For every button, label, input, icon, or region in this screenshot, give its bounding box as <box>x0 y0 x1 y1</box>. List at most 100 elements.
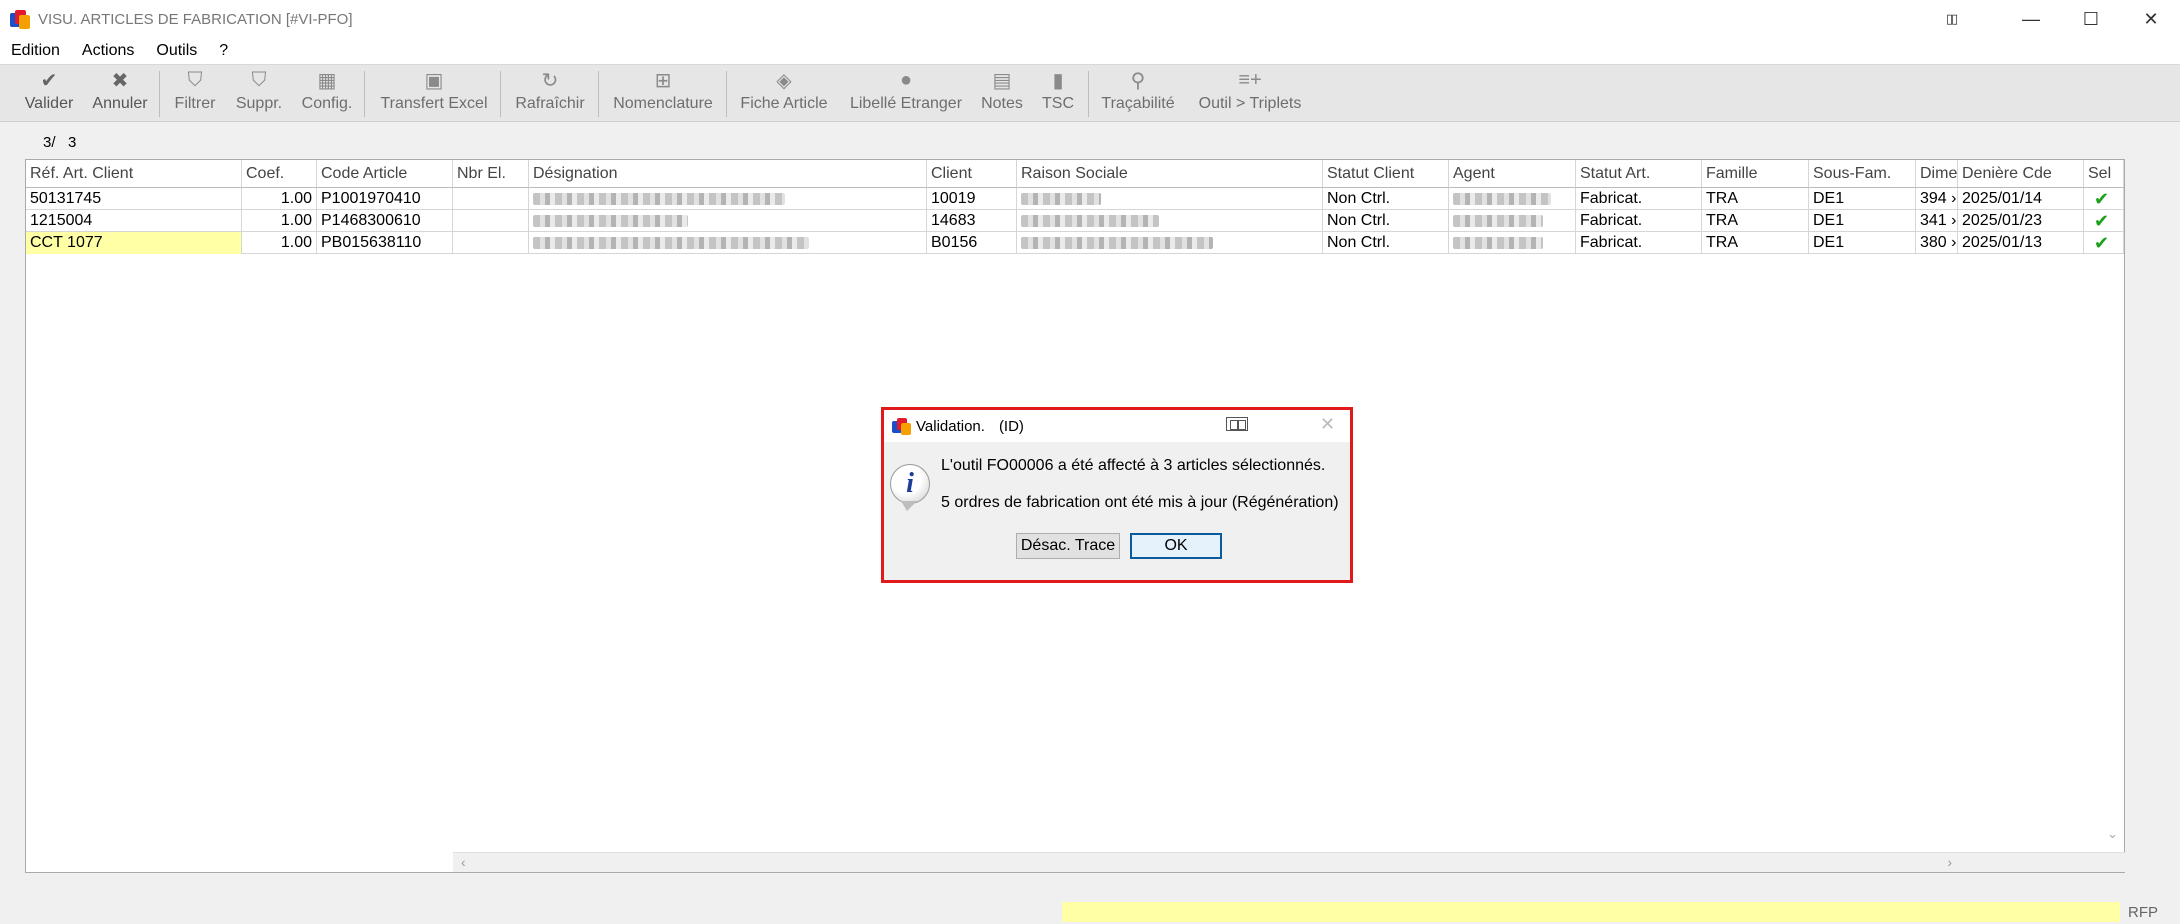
cell-coef[interactable]: 1.00 <box>242 232 317 254</box>
libelle-etranger-button[interactable]: ● Libellé Etranger <box>842 65 970 123</box>
toolbar: ✔ Valider ✖ Annuler ⛉ Filtrer ⛉ Suppr. ▦… <box>0 64 2180 122</box>
cell-dime[interactable]: 380 › <box>1916 232 1958 254</box>
menu-actions[interactable]: Actions <box>71 42 145 60</box>
col-header-coef[interactable]: Coef. <box>242 160 317 188</box>
cell-sous-fam[interactable]: DE1 <box>1809 232 1916 254</box>
cell-dime[interactable]: 394 › <box>1916 188 1958 210</box>
filtrer-button[interactable]: ⛉ Filtrer <box>166 65 224 123</box>
cell-famille[interactable]: TRA <box>1702 210 1809 232</box>
col-header-famille[interactable]: Famille <box>1702 160 1809 188</box>
col-header-derniere-cde[interactable]: Denière Cde <box>1958 160 2084 188</box>
transfert-excel-button[interactable]: ▣ Transfert Excel <box>374 65 494 123</box>
restore-layout-icon[interactable]: ▯▯ <box>1920 0 1982 38</box>
record-counter: 3/ 3 <box>43 134 77 151</box>
sel-check-icon[interactable]: ✔ <box>2084 210 2124 232</box>
cell-ref-current[interactable]: CCT 1077 <box>26 232 242 254</box>
col-header-code[interactable]: Code Article <box>317 160 453 188</box>
tracabilite-button[interactable]: ⚲ Traçabilité <box>1096 65 1180 123</box>
cell-code[interactable]: P1001970410 <box>317 188 453 210</box>
valider-button[interactable]: ✔ Valider <box>14 65 84 123</box>
dialog-close-icon[interactable]: ✕ <box>1320 414 1335 435</box>
sel-check-icon[interactable]: ✔ <box>2084 232 2124 254</box>
col-header-nbr[interactable]: Nbr El. <box>453 160 529 188</box>
cell-derniere-cde[interactable]: 2025/01/13 <box>1958 232 2084 254</box>
restore-layout-icon[interactable] <box>1226 417 1248 431</box>
cell-designation-redacted[interactable] <box>529 232 927 254</box>
ok-button[interactable]: OK <box>1130 533 1222 559</box>
toolbar-separator <box>364 71 365 117</box>
cell-nbr[interactable] <box>453 232 529 254</box>
col-header-designation[interactable]: Désignation <box>529 160 927 188</box>
col-header-ref[interactable]: Réf. Art. Client <box>26 160 242 188</box>
dialog-title-id: (ID) <box>998 417 1024 435</box>
minimize-button[interactable]: — <box>2000 0 2062 38</box>
col-header-dime[interactable]: Dime <box>1916 160 1958 188</box>
close-button[interactable]: ✕ <box>2120 0 2180 38</box>
cell-designation-redacted[interactable] <box>529 188 927 210</box>
dialog-title-bar[interactable]: Validation. (ID) ✕ <box>884 410 1350 442</box>
cell-famille[interactable]: TRA <box>1702 232 1809 254</box>
cell-nbr[interactable] <box>453 188 529 210</box>
menu-bar: Edition Actions Outils ? <box>0 38 2180 64</box>
notes-button[interactable]: ▤ Notes <box>976 65 1028 123</box>
cell-ref[interactable]: 1215004 <box>26 210 242 232</box>
cell-statut-client[interactable]: Non Ctrl. <box>1323 210 1449 232</box>
scroll-down-icon[interactable]: ⌄ <box>2107 826 2118 842</box>
cell-raison-redacted[interactable] <box>1017 188 1323 210</box>
cell-agent-redacted[interactable] <box>1449 188 1576 210</box>
cell-client[interactable]: 14683 <box>927 210 1017 232</box>
info-icon: i <box>890 464 930 511</box>
cell-coef[interactable]: 1.00 <box>242 210 317 232</box>
annuler-button[interactable]: ✖ Annuler <box>88 65 152 123</box>
maximize-button[interactable]: ☐ <box>2060 0 2122 38</box>
config-button[interactable]: ▦ Config. <box>296 65 358 123</box>
toolbar-separator <box>726 71 727 117</box>
cell-nbr[interactable] <box>453 210 529 232</box>
cell-derniere-cde[interactable]: 2025/01/14 <box>1958 188 2084 210</box>
outil-triplets-button[interactable]: ≡+ Outil > Triplets <box>1190 65 1310 123</box>
cell-famille[interactable]: TRA <box>1702 188 1809 210</box>
cell-agent-redacted[interactable] <box>1449 232 1576 254</box>
suppr-filter-button[interactable]: ⛉ Suppr. <box>228 65 290 123</box>
sel-check-icon[interactable]: ✔ <box>2084 188 2124 210</box>
rafraichir-button[interactable]: ↻ Rafraîchir <box>508 65 592 123</box>
cell-raison-redacted[interactable] <box>1017 232 1323 254</box>
cell-code[interactable]: P1468300610 <box>317 210 453 232</box>
cell-coef[interactable]: 1.00 <box>242 188 317 210</box>
col-header-sel[interactable]: Sel <box>2084 160 2124 188</box>
cell-sous-fam[interactable]: DE1 <box>1809 188 1916 210</box>
menu-help[interactable]: ? <box>208 42 239 60</box>
cell-dime[interactable]: 341 › <box>1916 210 1958 232</box>
col-header-client[interactable]: Client <box>927 160 1017 188</box>
menu-edition[interactable]: Edition <box>0 42 71 60</box>
cell-statut-client[interactable]: Non Ctrl. <box>1323 232 1449 254</box>
cell-client[interactable]: B0156 <box>927 232 1017 254</box>
col-header-statut-art[interactable]: Statut Art. <box>1576 160 1702 188</box>
menu-outils[interactable]: Outils <box>145 42 208 60</box>
dialog-title: Validation. <box>916 417 985 435</box>
col-header-statut-client[interactable]: Statut Client <box>1323 160 1449 188</box>
col-header-sous-fam[interactable]: Sous-Fam. <box>1809 160 1916 188</box>
cell-code[interactable]: PB015638110 <box>317 232 453 254</box>
cell-statut-art[interactable]: Fabricat. <box>1576 210 1702 232</box>
cell-raison-redacted[interactable] <box>1017 210 1323 232</box>
col-header-raison[interactable]: Raison Sociale <box>1017 160 1323 188</box>
col-header-agent[interactable]: Agent <box>1449 160 1576 188</box>
horizontal-scrollbar[interactable]: ‹ › <box>453 852 2126 872</box>
title-bar: VISU. ARTICLES DE FABRICATION [#VI-PFO] … <box>0 0 2180 38</box>
cell-client[interactable]: 10019 <box>927 188 1017 210</box>
tsc-button[interactable]: ▮ TSC <box>1036 65 1080 123</box>
cell-derniere-cde[interactable]: 2025/01/23 <box>1958 210 2084 232</box>
scroll-left-icon[interactable]: ‹ <box>461 854 466 870</box>
cell-statut-art[interactable]: Fabricat. <box>1576 232 1702 254</box>
fiche-article-button[interactable]: ◈ Fiche Article <box>734 65 834 123</box>
cell-statut-client[interactable]: Non Ctrl. <box>1323 188 1449 210</box>
cell-statut-art[interactable]: Fabricat. <box>1576 188 1702 210</box>
cell-designation-redacted[interactable] <box>529 210 927 232</box>
nomenclature-button[interactable]: ⊞ Nomenclature <box>606 65 720 123</box>
scroll-right-icon[interactable]: › <box>1947 854 1952 870</box>
cell-agent-redacted[interactable] <box>1449 210 1576 232</box>
cell-ref[interactable]: 50131745 <box>26 188 242 210</box>
desac-trace-button[interactable]: Désac. Trace <box>1016 533 1120 559</box>
cell-sous-fam[interactable]: DE1 <box>1809 210 1916 232</box>
